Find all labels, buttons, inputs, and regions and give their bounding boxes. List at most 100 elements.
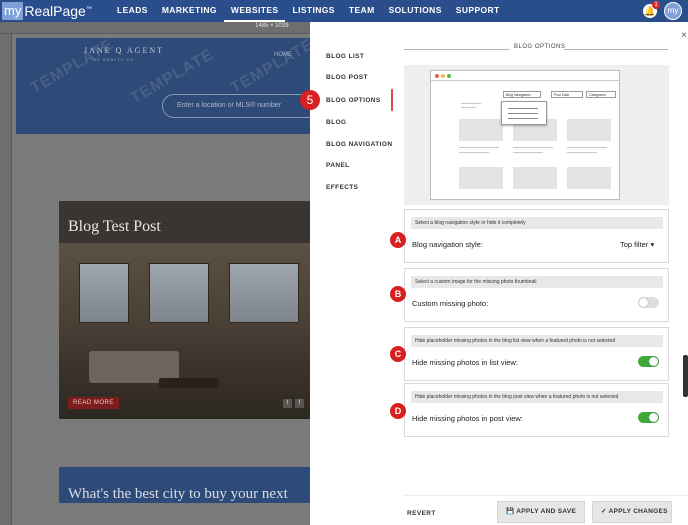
blog-navigation-style-select[interactable]: Top filter ▾ <box>620 240 654 249</box>
browser-dot <box>435 74 439 78</box>
blog-post-card[interactable]: Blog Test Post READ MORE t f <box>59 201 310 419</box>
hide-missing-post-toggle[interactable] <box>638 412 659 423</box>
option-label: Blog navigation style: <box>412 240 483 249</box>
blog-navigation-illustration: Blog Navigation Post Date Categories <box>404 65 669 205</box>
hide-missing-list-toggle[interactable] <box>638 356 659 367</box>
panel-nav-blog[interactable]: BLOG <box>326 119 346 126</box>
mini-thumbnail <box>459 119 503 141</box>
option-card-blog-navigation: Select a blog navigation style or hide i… <box>404 209 669 263</box>
panel-nav-panel[interactable]: PANEL <box>326 162 350 169</box>
marker-c: C <box>390 346 406 362</box>
panel-nav-blog-list[interactable]: BLOG LIST <box>326 53 364 60</box>
chevron-down-icon: ▾ <box>650 240 655 249</box>
nav-support[interactable]: SUPPORT <box>449 0 507 22</box>
mini-text-line <box>459 152 489 153</box>
mini-text-line <box>459 147 499 148</box>
custom-missing-photo-toggle[interactable] <box>638 297 659 308</box>
twitter-icon[interactable]: t <box>283 399 292 408</box>
apply-and-save-label: APPLY AND SAVE <box>516 508 577 515</box>
mini-text-line <box>513 147 553 148</box>
mini-text-line <box>461 107 476 108</box>
mini-select-post-date: Post Date <box>551 91 583 98</box>
notification-badge: 1 <box>652 1 660 9</box>
logo-brand: RealPage™ <box>24 3 92 19</box>
browser-dot <box>447 74 451 78</box>
mini-thumbnail <box>567 167 611 189</box>
read-more-button[interactable]: READ MORE <box>68 397 119 409</box>
nav-marketing[interactable]: MARKETING <box>155 0 224 22</box>
blog-post-title: Blog Test Post <box>68 218 161 235</box>
agent-name: JANE Q AGENT <box>84 46 164 55</box>
title-rule <box>564 49 668 50</box>
toggle-knob <box>639 298 648 307</box>
site-header: TEMPLATE TEMPLATE TEMPLATE JANE Q AGENT … <box>16 36 332 134</box>
blog-post-photo <box>59 243 310 419</box>
mini-dropdown-line <box>508 113 538 114</box>
viewport-dimensions: 1485 × 1039 <box>255 23 289 29</box>
panel-nav-blog-post[interactable]: BLOG POST <box>326 74 368 81</box>
mini-thumbnail <box>459 167 503 189</box>
revert-button[interactable]: REVERT <box>407 510 436 517</box>
option-card-hide-missing-post: Hide placeholder missing photos in the b… <box>404 383 669 437</box>
option-hint: Select a blog navigation style or hide i… <box>411 217 663 229</box>
option-card-hide-missing-list: Hide placeholder missing photos in the b… <box>404 327 669 381</box>
template-watermark: TEMPLATE <box>227 35 317 98</box>
home-link[interactable]: HOME <box>274 52 292 58</box>
option-label: Hide missing photos in list view: <box>412 358 518 367</box>
user-avatar[interactable]: my <box>664 2 682 20</box>
blog-post-title: What's the best city to buy your next <box>68 486 288 502</box>
logo-my: my <box>2 2 24 20</box>
photo-window <box>79 263 129 323</box>
illustration-browser: Blog Navigation Post Date Categories <box>430 70 620 200</box>
nav-team[interactable]: TEAM <box>342 0 382 22</box>
mini-select-categories: Categories <box>586 91 616 98</box>
photo-window <box>229 263 299 323</box>
ruler-left <box>0 34 12 525</box>
option-card-custom-missing-photo: Select a custom image for the missing ph… <box>404 268 669 322</box>
myrealpage-logo[interactable]: my RealPage™ <box>0 0 110 22</box>
section-title-text: BLOG OPTIONS <box>512 44 568 50</box>
photo-table <box>159 378 219 388</box>
mini-dropdown-line <box>508 118 538 119</box>
mini-text-line <box>513 152 543 153</box>
main-nav: LEADS MARKETING WEBSITES LISTINGS TEAM S… <box>110 0 507 22</box>
blog-post-card[interactable]: What's the best city to buy your next <box>59 467 310 503</box>
toggle-knob <box>649 357 658 366</box>
mini-select-blog-navigation: Blog Navigation <box>503 91 541 98</box>
nav-solutions[interactable]: SOLUTIONS <box>382 0 449 22</box>
save-icon: 💾 <box>506 508 515 515</box>
panel-scrollbar[interactable] <box>683 355 688 397</box>
close-icon[interactable]: × <box>681 30 687 41</box>
option-label: Hide missing photos in post view: <box>412 414 523 423</box>
nav-listings[interactable]: LISTINGS <box>285 0 341 22</box>
option-hint: Hide placeholder missing photos in the b… <box>411 335 663 347</box>
mini-text-line <box>567 152 597 153</box>
marker-b: B <box>390 286 406 302</box>
mini-text-line <box>461 103 481 104</box>
mini-dropdown-menu <box>501 101 547 125</box>
ruler-top: 1485 × 1039 <box>0 22 310 34</box>
apply-changes-label: APPLY CHANGES <box>608 508 668 515</box>
step-marker-5: 5 <box>300 90 320 110</box>
panel-nav: BLOG LIST BLOG POST BLOG OPTIONS BLOG BL… <box>310 22 396 525</box>
browser-bar-rule <box>431 80 619 81</box>
nav-websites[interactable]: WEBSITES <box>223 0 286 22</box>
apply-changes-button[interactable]: ✓ APPLY CHANGES <box>592 501 672 523</box>
panel-nav-blog-navigation[interactable]: BLOG NAVIGATION <box>326 141 392 148</box>
select-value: Top filter <box>620 240 649 249</box>
option-hint: Hide placeholder missing photos in the b… <box>411 391 663 403</box>
panel-nav-effects[interactable]: EFFECTS <box>326 184 358 191</box>
facebook-icon[interactable]: f <box>295 399 304 408</box>
browser-dot <box>441 74 445 78</box>
toggle-knob <box>649 413 658 422</box>
mini-text-line <box>567 147 607 148</box>
top-navigation-bar: my RealPage™ LEADS MARKETING WEBSITES LI… <box>0 0 688 22</box>
marker-d: D <box>390 403 406 419</box>
panel-nav-blog-options[interactable]: BLOG OPTIONS <box>326 97 381 104</box>
option-label: Custom missing photo: <box>412 299 489 308</box>
option-hint: Select a custom image for the missing ph… <box>411 276 663 288</box>
marker-a: A <box>390 232 406 248</box>
mini-thumbnail <box>513 167 557 189</box>
nav-leads[interactable]: LEADS <box>110 0 155 22</box>
apply-and-save-button[interactable]: 💾 APPLY AND SAVE <box>497 501 585 523</box>
